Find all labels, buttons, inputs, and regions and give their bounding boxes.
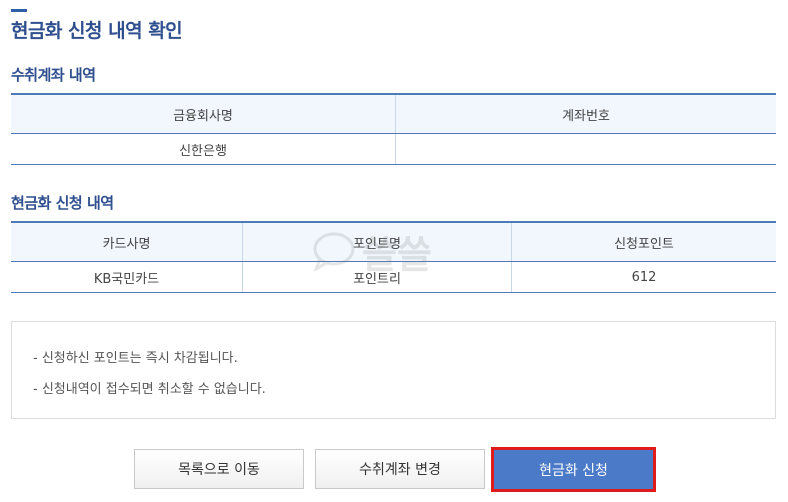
column-header-requested-points: 신청포인트 [511, 222, 776, 262]
column-header-bank: 금융회사명 [11, 94, 396, 134]
column-header-point-name: 포인트명 [242, 222, 512, 262]
requested-points-cell: 612 [511, 261, 776, 293]
apply-cash-button[interactable]: 현금화 신청 [491, 447, 656, 492]
notice-line-deduction: - 신청하신 포인트는 즉시 차감됩니다. [33, 351, 238, 366]
title-accent-bar [11, 9, 27, 12]
table-row: 신한은행 [11, 133, 776, 165]
table-row: KB국민카드 포인트리 612 [11, 261, 776, 293]
account-section-title: 수취계좌 내역 [11, 66, 96, 84]
cash-section-title: 현금화 신청 내역 [11, 194, 114, 212]
cash-request-table: 카드사명 포인트명 신청포인트 KB국민카드 포인트리 612 [11, 221, 776, 293]
column-header-card-company: 카드사명 [11, 222, 243, 262]
column-header-account-number: 계좌번호 [395, 94, 776, 134]
notice-box: - 신청하신 포인트는 즉시 차감됩니다. - 신청내역이 접수되면 취소할 수… [11, 321, 776, 419]
change-account-button[interactable]: 수취계좌 변경 [315, 449, 485, 489]
point-name-cell: 포인트리 [242, 261, 512, 293]
card-company-cell: KB국민카드 [11, 261, 243, 293]
account-number-cell [395, 133, 776, 165]
notice-line-no-cancel: - 신청내역이 접수되면 취소할 수 없습니다. [33, 382, 266, 397]
go-to-list-button[interactable]: 목록으로 이동 [134, 449, 304, 489]
account-table: 금융회사명 계좌번호 신한은행 [11, 93, 776, 165]
bank-name-cell: 신한은행 [11, 133, 396, 165]
page-title: 현금화 신청 내역 확인 [11, 20, 183, 42]
